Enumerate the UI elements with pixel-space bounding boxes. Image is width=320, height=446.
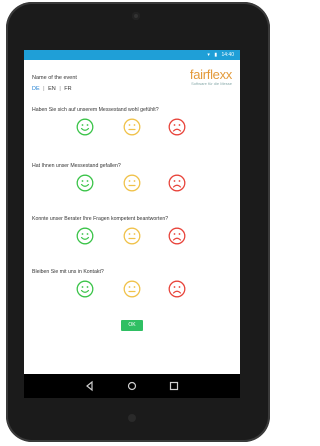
neutral-smiley-icon[interactable] [123, 280, 141, 298]
back-icon[interactable] [84, 380, 96, 392]
front-camera [132, 12, 140, 20]
home-icon[interactable] [126, 380, 138, 392]
lang-separator: | [43, 86, 45, 92]
wifi-icon: ▾ [207, 52, 210, 58]
neutral-smiley-icon[interactable] [123, 227, 141, 245]
rating-row-2 [24, 174, 240, 194]
rating-row-1 [24, 118, 240, 138]
happy-smiley-icon[interactable] [76, 227, 94, 245]
happy-smiley-icon[interactable] [76, 174, 94, 192]
neutral-smiley-icon[interactable] [123, 118, 141, 136]
status-bar: ▾ ▮ 14:40 [24, 50, 240, 60]
sad-smiley-icon[interactable] [168, 118, 186, 136]
survey-content: Name of the event DE | EN | FR fairflexx… [24, 60, 240, 374]
rating-row-4 [24, 280, 240, 300]
neutral-smiley-icon[interactable] [123, 174, 141, 192]
lang-fr-link[interactable]: FR [64, 86, 71, 92]
lang-en-link[interactable]: EN [48, 86, 56, 92]
happy-smiley-icon[interactable] [76, 118, 94, 136]
fairflexx-logo: fairflexx Software für die Messe [190, 68, 232, 86]
rating-row-3 [24, 227, 240, 247]
event-name-label: Name of the event [32, 75, 77, 81]
tablet-screen: ▾ ▮ 14:40 Name of the event DE | EN | FR… [24, 50, 240, 398]
logo-text: fairflexx [189, 67, 232, 82]
ok-button[interactable]: OK [121, 320, 143, 331]
happy-smiley-icon[interactable] [76, 280, 94, 298]
question-2: Hat Ihnen unser Messestand gefallen? [32, 163, 121, 169]
recents-icon[interactable] [168, 380, 180, 392]
language-switcher: DE | EN | FR [32, 86, 72, 92]
hardware-sensor [128, 414, 136, 422]
android-nav-bar [24, 374, 240, 398]
sad-smiley-icon[interactable] [168, 280, 186, 298]
question-4: Bleiben Sie mit uns in Kontakt? [32, 269, 104, 275]
sad-smiley-icon[interactable] [168, 174, 186, 192]
sad-smiley-icon[interactable] [168, 227, 186, 245]
battery-icon: ▮ [214, 52, 218, 58]
logo-subtitle: Software für die Messe [191, 81, 232, 86]
lang-de-link[interactable]: DE [32, 86, 40, 92]
question-1: Haben Sie sich auf unserem Messestand wo… [32, 107, 159, 113]
status-time: 14:40 [221, 52, 234, 58]
question-3: Konnte unser Berater Ihre Fragen kompete… [32, 216, 169, 222]
lang-separator: | [59, 86, 61, 92]
